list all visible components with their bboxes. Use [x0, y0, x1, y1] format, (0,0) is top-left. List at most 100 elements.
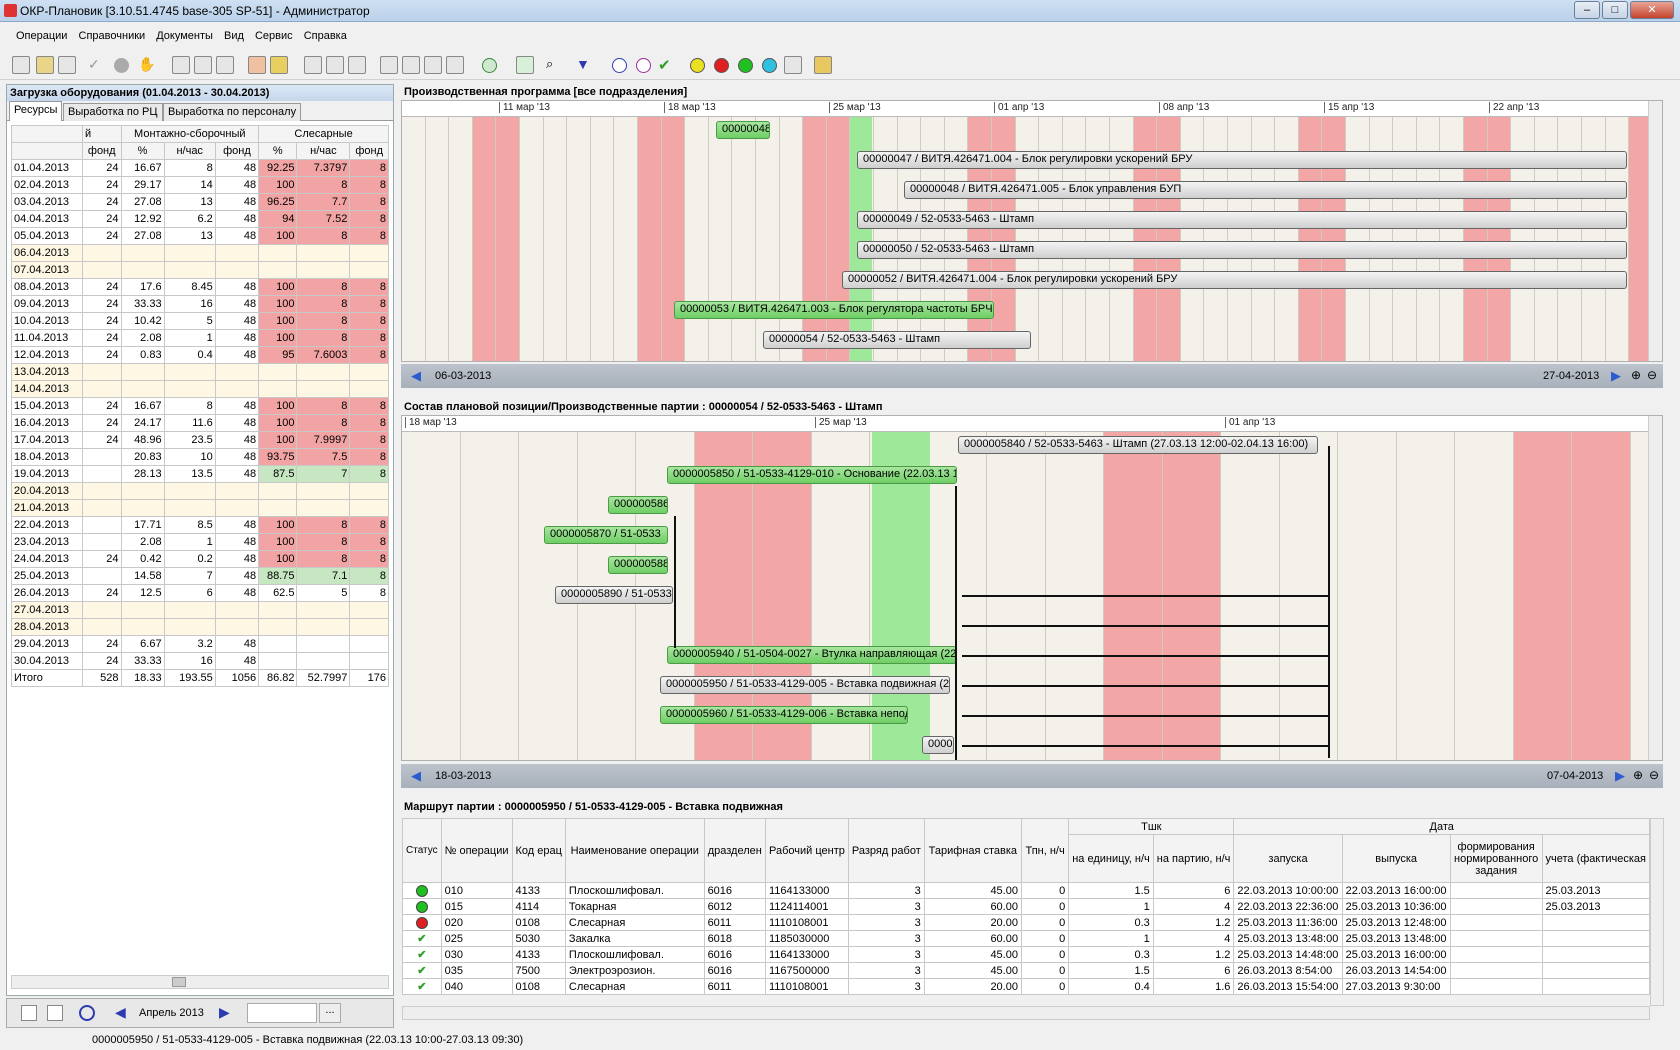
gantt-bar[interactable]: 00000048 / ВИТЯ.426471.005 - Блок управл…: [904, 181, 1627, 199]
menu-documents[interactable]: Документы: [152, 27, 217, 45]
table-row[interactable]: 015 4114 Токарная 6012 1124114001 3 60.00 0 1 4 22…: [402, 898, 1650, 915]
gantt-bar[interactable]: 0000005960 / 51-0533-4129-006 - Вставка …: [660, 706, 908, 724]
table-row[interactable]: 27.04.2013: [11, 601, 389, 619]
table-row[interactable]: 26.04.2013 24 12.5 6 48 62.5 5 8: [11, 584, 389, 602]
route-vscrollbar[interactable]: [1650, 818, 1664, 1006]
table-row[interactable]: 08.04.2013 24 17.6 8.45 48 100 8 8: [11, 278, 389, 296]
table-row[interactable]: ✔ 030 4133 Плоскошлифовал. 6016 1164133000 3 45…: [402, 946, 1650, 963]
users-icon[interactable]: [814, 56, 832, 74]
table-row[interactable]: 13.04.2013: [11, 363, 389, 381]
gantt-bar[interactable]: 0000(: [922, 736, 954, 754]
layout3-icon[interactable]: [424, 56, 442, 74]
layout2-icon[interactable]: [402, 56, 420, 74]
gantt-bar[interactable]: 00000048: [716, 121, 770, 139]
prev-arrow-icon[interactable]: ◀: [411, 368, 421, 384]
blue-ring-icon[interactable]: [612, 58, 627, 73]
tab-staff-output[interactable]: Выработка по персоналу: [163, 103, 302, 121]
table-row[interactable]: 01.04.2013 24 16.67 8 48 92.25 7.3797 8: [11, 159, 389, 177]
table-row[interactable]: 23.04.2013 2.08 1 48 100 8 8: [11, 533, 389, 551]
table-row[interactable]: Итого 528 18.33 193.55 1056 86.82 52.7997 176: [11, 669, 389, 687]
date-input[interactable]: [247, 1003, 317, 1023]
table-row[interactable]: ✔ 025 5030 Закалка 6018 1185030000 3 60.00 0 1 4 25…: [402, 930, 1650, 947]
route-hscrollbar[interactable]: [402, 1006, 1650, 1020]
binoculars-icon[interactable]: ⌕: [546, 56, 564, 74]
table-icon[interactable]: [304, 56, 322, 74]
table-row[interactable]: 03.04.2013 24 27.08 13 48 96.25 7.7 8: [11, 193, 389, 211]
prev-month-button[interactable]: ◀: [115, 1004, 126, 1021]
toolbar-list-icon[interactable]: [12, 56, 30, 74]
layout1-icon[interactable]: [380, 56, 398, 74]
prev-arrow-icon[interactable]: ◀: [411, 768, 421, 784]
table-row[interactable]: 02.04.2013 24 29.17 14 48 100 8 8: [11, 176, 389, 194]
table-row[interactable]: 09.04.2013 24 33.33 16 48 100 8 8: [11, 295, 389, 313]
gantt-bar[interactable]: 0000005850 / 51-0533-4129-010 - Основани…: [667, 466, 957, 484]
table-row[interactable]: 04.04.2013 24 12.92 6.2 48 94 7.52 8: [11, 210, 389, 228]
close-button[interactable]: ✕: [1630, 1, 1674, 19]
composition-vscrollbar[interactable]: [1648, 416, 1662, 760]
green-circle-icon[interactable]: [738, 58, 753, 73]
table-row[interactable]: 19.04.2013 28.13 13.5 48 87.5 7 8: [11, 465, 389, 483]
filter-icon[interactable]: ▼: [576, 56, 594, 74]
zoom-in-icon[interactable]: ⊕: [1633, 768, 1643, 782]
gantt-bar[interactable]: 0000005940 / 51-0504-0027 - Втулка напра…: [667, 646, 957, 664]
gantt-bar[interactable]: 00000047 / ВИТЯ.426471.004 - Блок регули…: [857, 151, 1627, 169]
gantt-bar[interactable]: 0000005950 / 51-0533-4129-005 - Вставка …: [660, 676, 950, 694]
hand-icon[interactable]: ✋: [138, 56, 156, 74]
green-check-icon[interactable]: ✔: [658, 56, 676, 74]
gantt-bar[interactable]: 00000050 / 52-0533-5463 - Штамп: [857, 241, 1627, 259]
zoom-in-icon[interactable]: ⊕: [1631, 368, 1641, 382]
program-vscrollbar[interactable]: [1648, 101, 1662, 361]
tab-resources[interactable]: Ресурсы: [9, 101, 63, 121]
gantt-bar[interactable]: 0000005870 / 51-0533: [544, 526, 668, 544]
table-row[interactable]: 24.04.2013 24 0.42 0.2 48 100 8 8: [11, 550, 389, 568]
gantt-bar[interactable]: 00000049 / 52-0533-5463 - Штамп: [857, 211, 1627, 229]
grid-icon[interactable]: [172, 56, 190, 74]
calendar-icon[interactable]: [216, 56, 234, 74]
table-row[interactable]: 29.04.2013 24 6.67 3.2 48: [11, 635, 389, 653]
bars-icon[interactable]: [348, 56, 366, 74]
gray-circle-icon[interactable]: [114, 58, 129, 73]
gantt-bar[interactable]: 000000586: [608, 496, 668, 514]
table-row[interactable]: 10.04.2013 24 10.42 5 48 100 8 8: [11, 312, 389, 330]
tree-icon[interactable]: [326, 56, 344, 74]
table-row[interactable]: 20.04.2013: [11, 482, 389, 500]
table-row[interactable]: 14.04.2013: [11, 380, 389, 398]
horizontal-scrollbar[interactable]: [11, 975, 389, 989]
yellow-circle-icon[interactable]: [690, 58, 705, 73]
layout4-icon[interactable]: [446, 56, 464, 74]
table-row[interactable]: 05.04.2013 24 27.08 13 48 100 8 8: [11, 227, 389, 245]
table-row[interactable]: ✔ 040 0108 Слесарная 6011 1110108001 3 20.00 0 0.…: [402, 978, 1650, 995]
menu-service[interactable]: Сервис: [251, 27, 297, 45]
gantt-bar[interactable]: 00000052 / ВИТЯ.426471.004 - Блок регули…: [842, 271, 1627, 289]
table-row[interactable]: 30.04.2013 24 33.33 16 48: [11, 652, 389, 670]
table-row[interactable]: 17.04.2013 24 48.96 23.5 48 100 7.9997 8: [11, 431, 389, 449]
table-row[interactable]: ✔ 035 7500 Электроэрозион. 6016 1167500000 3 45…: [402, 962, 1650, 979]
table-row[interactable]: 16.04.2013 24 24.17 11.6 48 100 8 8: [11, 414, 389, 432]
table-row[interactable]: 18.04.2013 20.83 10 48 93.75 7.5 8: [11, 448, 389, 466]
table-row[interactable]: 15.04.2013 24 16.67 8 48 100 8 8: [11, 397, 389, 415]
gantt-icon[interactable]: [47, 1005, 63, 1021]
gantt-icon[interactable]: [194, 56, 212, 74]
scroll-thumb[interactable]: [172, 977, 186, 987]
gantt-bar[interactable]: 00000054 / 52-0533-5463 - Штамп: [763, 331, 1031, 349]
menu-references[interactable]: Справочники: [75, 27, 150, 45]
table-row[interactable]: 28.04.2013: [11, 618, 389, 636]
refresh-icon[interactable]: [482, 58, 497, 73]
cyan-circle-icon[interactable]: [762, 58, 777, 73]
table-row[interactable]: 12.04.2013 24 0.83 0.4 48 95 7.6003 8: [11, 346, 389, 364]
purple-ring-icon[interactable]: [636, 58, 651, 73]
ring-icon[interactable]: [79, 1005, 95, 1021]
gantt-bar[interactable]: 0000005840 / 52-0533-5463 - Штамп (27.03…: [958, 436, 1318, 454]
toolbar-add-icon[interactable]: [36, 56, 54, 74]
next-arrow-icon[interactable]: ▶: [1611, 368, 1621, 384]
minimize-button[interactable]: –: [1574, 1, 1600, 19]
table-row[interactable]: 010 4133 Плоскошлифовал. 6016 1164133000 3 45.…: [402, 882, 1650, 899]
table-row[interactable]: 11.04.2013 24 2.08 1 48 100 8 8: [11, 329, 389, 347]
lock-icon[interactable]: [784, 56, 802, 74]
table-row[interactable]: 25.04.2013 14.58 7 48 88.75 7.1 8: [11, 567, 389, 585]
menu-view[interactable]: Вид: [220, 27, 248, 45]
composition-gantt[interactable]: 18 мар '13 25 мар '13 01 апр '13 0000005840…: [401, 415, 1663, 761]
gantt-bar[interactable]: 00000053 / ВИТЯ.426471.003 - Блок регуля…: [674, 301, 994, 319]
toolbar-doc-icon[interactable]: [58, 56, 76, 74]
calendar-red-icon[interactable]: [248, 56, 266, 74]
